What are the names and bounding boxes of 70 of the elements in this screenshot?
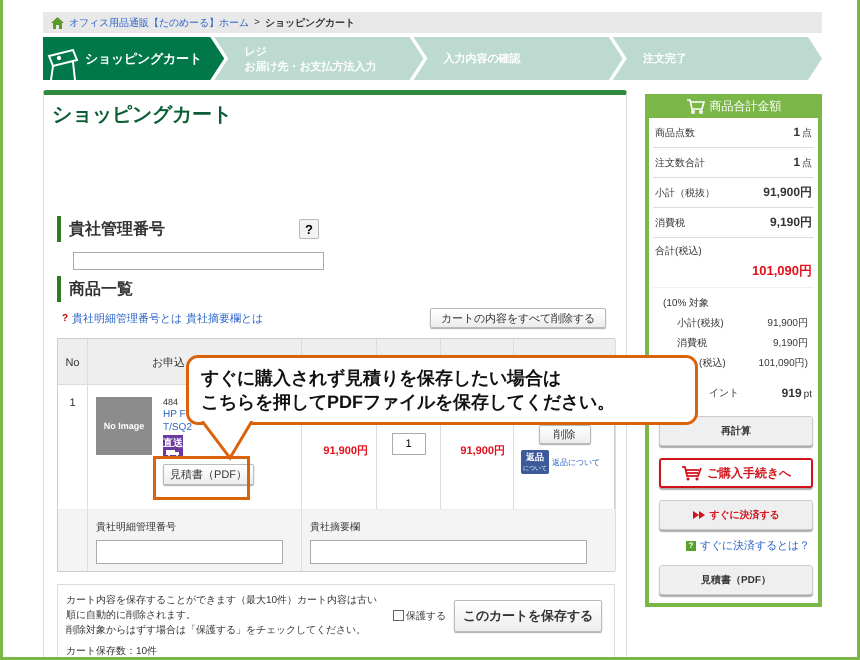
input-field[interactable]: [73, 252, 324, 270]
summary-value: 91,900円: [767, 317, 808, 331]
summary-label: 小計(税抜): [677, 316, 724, 331]
step-label: レジ: [244, 44, 268, 58]
question-mark: ?: [62, 312, 68, 324]
clear-cart-button[interactable]: カートの内容をすべて削除する: [430, 308, 606, 328]
help-link[interactable]: 貴社摘要欄とは: [186, 310, 264, 326]
help-button[interactable]: ?: [299, 219, 319, 239]
breadcrumb-link[interactable]: オフィス用品通販【たのめーる】ホーム: [69, 16, 249, 30]
summary-header: 商品合計金額: [649, 94, 818, 118]
input-field[interactable]: [310, 540, 587, 564]
total-value: 101,090円: [751, 262, 812, 280]
fast-forward-icon: [692, 511, 706, 519]
unit-label: 点: [802, 158, 812, 169]
help-link[interactable]: 貴社明細管理番号とは: [72, 310, 182, 326]
returns-link[interactable]: 返品について: [552, 456, 600, 468]
cart-icon: [681, 465, 703, 481]
summary-value: 1: [793, 155, 800, 169]
summary-label: 合計(税込): [655, 244, 703, 258]
breadcrumb-current: ショッピングカート: [264, 16, 355, 30]
points-value: 919: [782, 386, 802, 400]
sidebar-button[interactable]: 再計算: [659, 416, 813, 446]
summary-label: 消費税: [655, 216, 685, 230]
step-label: 入力内容の確認: [444, 52, 520, 66]
field-label: 貴社明細管理番号: [96, 520, 177, 534]
unit-label: pt: [804, 389, 812, 400]
summary-label: 注文数合計: [655, 156, 705, 170]
placeholder-label: No Image: [104, 421, 144, 431]
tax-group-label: (10% 対象: [663, 296, 710, 310]
section-heading: 貴社管理番号: [69, 219, 165, 240]
summary-label: 小計（税抜）: [655, 186, 715, 200]
column-header: No: [58, 339, 88, 385]
step-label: 注文完了: [642, 52, 687, 66]
save-note: カート内容を保存することができます（最大10件）カート内容は古い順に自動的に削除されます。: [66, 594, 378, 623]
product-link[interactable]: HP F: [163, 409, 186, 420]
input-field[interactable]: [96, 540, 283, 564]
summary-value: 9,190円: [772, 337, 808, 351]
summary-label: (税込): [699, 356, 726, 371]
summary-value: 9,190円: [770, 215, 812, 229]
protect-checkbox[interactable]: 保護する: [393, 608, 446, 622]
summary-label: イント: [709, 387, 739, 400]
express-checkout-button[interactable]: すぐに決済する: [659, 500, 813, 530]
direct-ship-badge: 直送: [163, 435, 183, 458]
save-note: 削除対象からはずす場合は「保護する」をチェックしてください。: [66, 624, 367, 638]
save-cart-button[interactable]: このカートを保存する: [454, 600, 602, 632]
estimate-pdf-button[interactable]: 見積書（PDF）: [163, 464, 254, 485]
unit-label: 点: [802, 128, 812, 139]
checkout-button[interactable]: ご購入手続きへ: [659, 458, 813, 488]
home-icon: [51, 16, 64, 28]
truck-icon: [166, 450, 180, 457]
field-label: 貴社摘要欄: [310, 520, 361, 534]
breadcrumb-separator: >: [254, 17, 260, 28]
delete-button[interactable]: 削除: [538, 425, 590, 444]
quantity-field[interactable]: 1: [392, 433, 426, 455]
summary-label: 商品点数: [655, 126, 695, 140]
section-heading: 商品一覧: [69, 279, 133, 300]
cart-icon: [686, 98, 706, 114]
page-title: ショッピングカート: [52, 103, 233, 128]
summary-value: 1: [793, 125, 800, 139]
help-link[interactable]: すぐに決済するとは？: [700, 538, 810, 553]
product-code: 484: [163, 397, 178, 407]
step-label: ショッピングカート: [85, 50, 202, 68]
saved-count: カート保存数：10件: [66, 645, 158, 657]
product-link[interactable]: T/SQ2: [163, 422, 192, 433]
step-label: お届け先・お支払方法入力: [244, 60, 376, 74]
sidebar-button[interactable]: 見積書（PDF）: [659, 565, 813, 595]
summary-label: 消費税: [677, 336, 707, 351]
summary-value: 101,090円): [758, 357, 808, 371]
help-icon: ?: [686, 540, 696, 550]
summary-value: 91,900円: [763, 185, 812, 199]
